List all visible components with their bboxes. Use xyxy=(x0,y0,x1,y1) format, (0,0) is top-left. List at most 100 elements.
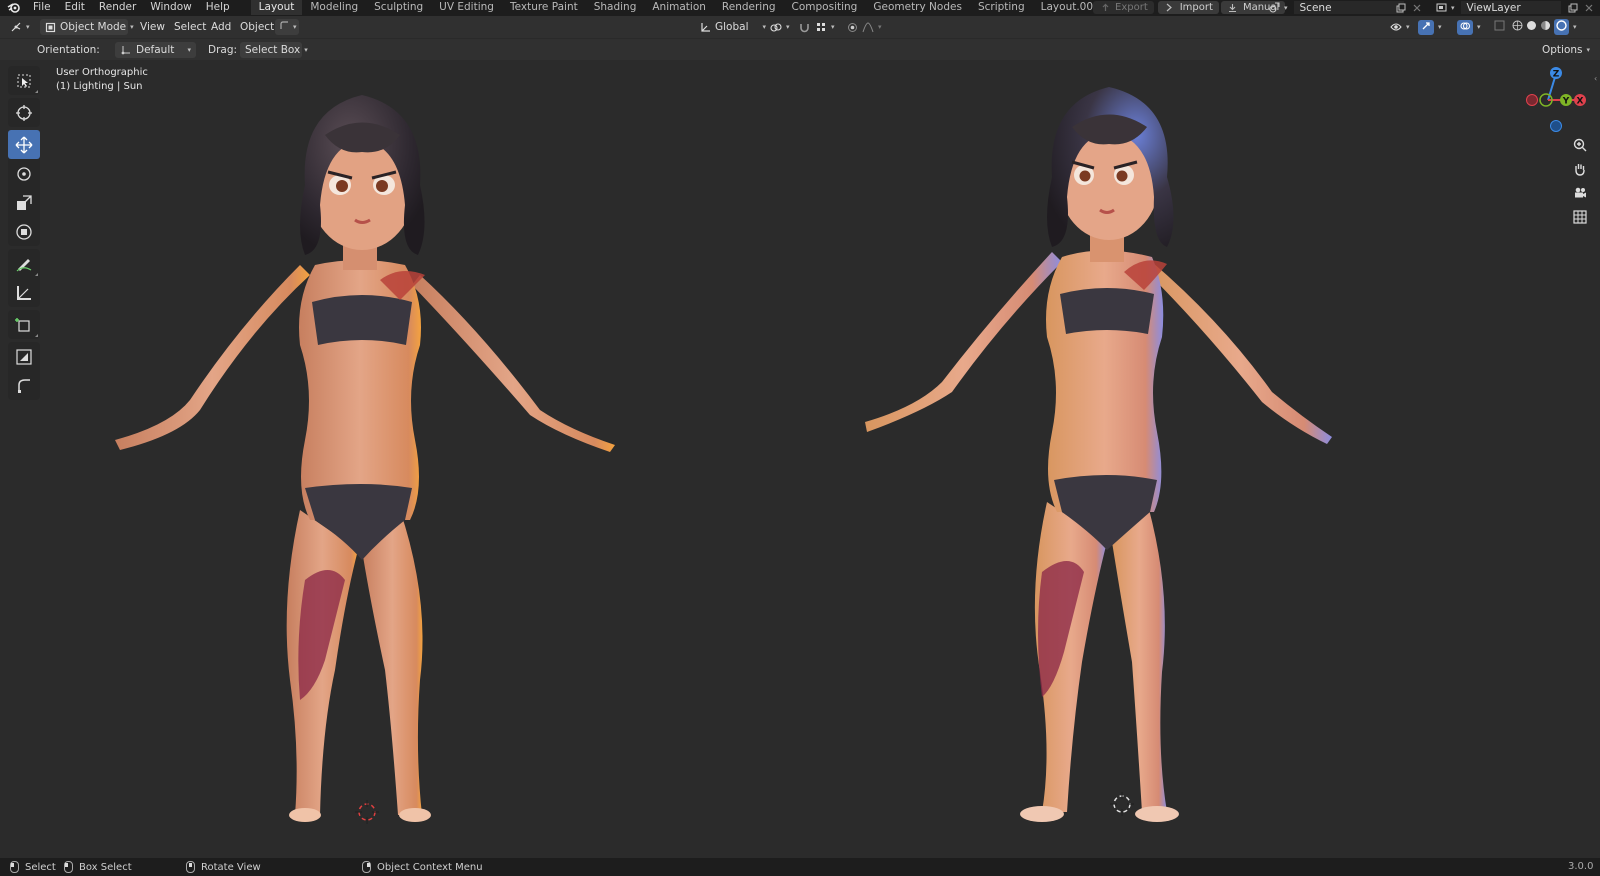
tab-rendering[interactable]: Rendering xyxy=(714,0,784,15)
3d-cursor-icon[interactable] xyxy=(355,800,379,824)
rendered-shading-icon[interactable] xyxy=(1554,19,1569,35)
import-label: Import xyxy=(1179,2,1213,13)
status-bar: Select Box Select Rotate View Object Con… xyxy=(0,858,1600,876)
3d-view-icon xyxy=(10,21,22,33)
new-scene-icon[interactable] xyxy=(1395,2,1407,14)
grid-view-icon[interactable] xyxy=(1569,206,1591,228)
chevron-down-icon: ▾ xyxy=(762,23,767,31)
tab-compositing[interactable]: Compositing xyxy=(784,0,866,15)
menu-file[interactable]: File xyxy=(26,0,58,15)
menu-window[interactable]: Window xyxy=(143,0,198,15)
cursor-tool[interactable] xyxy=(8,98,40,127)
axis-y-label: Y xyxy=(1562,97,1570,107)
tab-layout[interactable]: Layout xyxy=(250,0,303,15)
options-dropdown[interactable]: Options ▾ xyxy=(1542,42,1590,58)
annotate-tool[interactable] xyxy=(8,249,40,278)
material-shading-icon[interactable] xyxy=(1540,20,1551,34)
orientation-dropdown[interactable]: Default ▾ xyxy=(115,42,196,58)
wireframe-shading-icon[interactable] xyxy=(1512,20,1523,34)
tab-texture-paint[interactable]: Texture Paint xyxy=(502,0,586,15)
tab-shading[interactable]: Shading xyxy=(586,0,645,15)
view-name: User Orthographic xyxy=(56,67,148,78)
measure-tool[interactable] xyxy=(8,278,40,307)
tool-settings-bar: Orientation: Default ▾ Drag: Select Box … xyxy=(0,38,1600,60)
snap-toggle[interactable] xyxy=(798,19,814,35)
proportional-editing-toggle[interactable] xyxy=(846,19,862,35)
camera-icon[interactable] xyxy=(1569,182,1591,204)
transform-tool[interactable] xyxy=(8,217,40,246)
add-cube-tool[interactable] xyxy=(8,310,40,339)
chevron-down-icon: ▾ xyxy=(1573,23,1577,31)
solid-shading-icon[interactable] xyxy=(1526,20,1537,34)
editor-type-button[interactable]: ▾ xyxy=(10,19,30,35)
import-button[interactable]: Import xyxy=(1157,1,1219,14)
3d-cursor-icon[interactable] xyxy=(1110,792,1134,816)
tab-geometry-nodes[interactable]: Geometry Nodes xyxy=(865,0,970,15)
object-type-visibility[interactable]: ▾ xyxy=(275,19,299,35)
scene-actions xyxy=(1395,0,1427,15)
pan-hand-icon[interactable] xyxy=(1569,158,1591,180)
select-box-tool[interactable] xyxy=(8,66,40,95)
scale-tool[interactable] xyxy=(8,188,40,217)
download-icon xyxy=(1227,2,1239,14)
status-rotate-view-label: Rotate View xyxy=(201,861,261,873)
proportional-falloff-dropdown[interactable]: ▾ xyxy=(862,19,882,35)
chevron-down-icon: ▾ xyxy=(1284,3,1288,12)
export-button[interactable]: Export xyxy=(1093,1,1154,14)
mouse-middle-icon xyxy=(186,861,195,873)
scale-cage-tool[interactable] xyxy=(8,342,40,371)
view-layer-selector[interactable]: ▾ ViewLayer xyxy=(1435,0,1599,15)
global-axes-icon xyxy=(699,21,711,33)
tab-uv-editing[interactable]: UV Editing xyxy=(431,0,502,15)
close-icon[interactable] xyxy=(1411,2,1423,14)
move-tool[interactable] xyxy=(8,130,40,159)
status-box-select-label: Box Select xyxy=(79,861,132,873)
menu-object[interactable]: Object xyxy=(240,19,274,35)
chevron-down-icon: ▾ xyxy=(1477,23,1481,31)
magnet-icon xyxy=(798,21,810,33)
sidebar-toggle-chevron-icon[interactable]: ‹ xyxy=(1594,74,1597,83)
close-icon[interactable] xyxy=(1583,2,1595,14)
scene-name-field[interactable]: Scene xyxy=(1293,1,1404,14)
export-icon xyxy=(1099,2,1111,14)
menu-view[interactable]: View xyxy=(140,19,165,35)
view-layer-field[interactable]: ViewLayer xyxy=(1460,1,1561,14)
3d-viewport[interactable]: User Orthographic (1) Lighting | Sun Z Y… xyxy=(0,60,1600,858)
status-box-select: Box Select xyxy=(64,861,132,873)
axis-gizmo[interactable]: Z Y X xyxy=(1518,60,1588,140)
blender-logo-icon[interactable] xyxy=(0,0,26,15)
chevron-down-icon: ▾ xyxy=(187,46,191,54)
gizmo-toggle[interactable]: ▾ xyxy=(1418,19,1442,35)
tab-animation[interactable]: Animation xyxy=(644,0,714,15)
menu-render[interactable]: Render xyxy=(92,0,143,15)
tab-modeling[interactable]: Modeling xyxy=(302,0,366,15)
character-model-angled[interactable] xyxy=(862,72,1352,858)
proportional-dot-icon xyxy=(846,21,858,33)
pivot-link-icon xyxy=(770,21,782,33)
menu-select[interactable]: Select xyxy=(174,19,206,35)
zoom-icon[interactable] xyxy=(1569,134,1591,156)
scene-selector[interactable]: ▾ Scene xyxy=(1268,0,1404,15)
mode-dropdown[interactable]: Object Mode ▾ xyxy=(40,19,134,35)
character-model-front[interactable] xyxy=(100,80,630,858)
chevron-down-icon: ▾ xyxy=(1406,23,1410,31)
menu-edit[interactable]: Edit xyxy=(58,0,92,15)
snap-target-dropdown[interactable]: ▾ xyxy=(815,19,835,35)
tab-scripting[interactable]: Scripting xyxy=(970,0,1033,15)
gizmo-icon xyxy=(1418,19,1434,35)
object-mode-icon xyxy=(45,21,56,33)
visibility-dropdown[interactable]: ▾ xyxy=(1390,19,1410,35)
transform-orientation-dropdown[interactable]: Global ▾ xyxy=(699,19,766,35)
xray-toggle[interactable] xyxy=(1494,19,1505,35)
tab-sculpting[interactable]: Sculpting xyxy=(366,0,431,15)
overlays-toggle[interactable]: ▾ xyxy=(1457,19,1481,35)
shear-tool[interactable] xyxy=(8,371,40,400)
scene-icon xyxy=(1268,2,1280,14)
rotate-tool[interactable] xyxy=(8,159,40,188)
drag-dropdown[interactable]: Select Box ▾ xyxy=(240,42,308,58)
axis-x-label: X xyxy=(1577,97,1584,107)
menu-help[interactable]: Help xyxy=(199,0,237,15)
pivot-point-dropdown[interactable]: ▾ xyxy=(770,19,790,35)
new-view-layer-icon[interactable] xyxy=(1567,2,1579,14)
menu-add[interactable]: Add xyxy=(211,19,231,35)
